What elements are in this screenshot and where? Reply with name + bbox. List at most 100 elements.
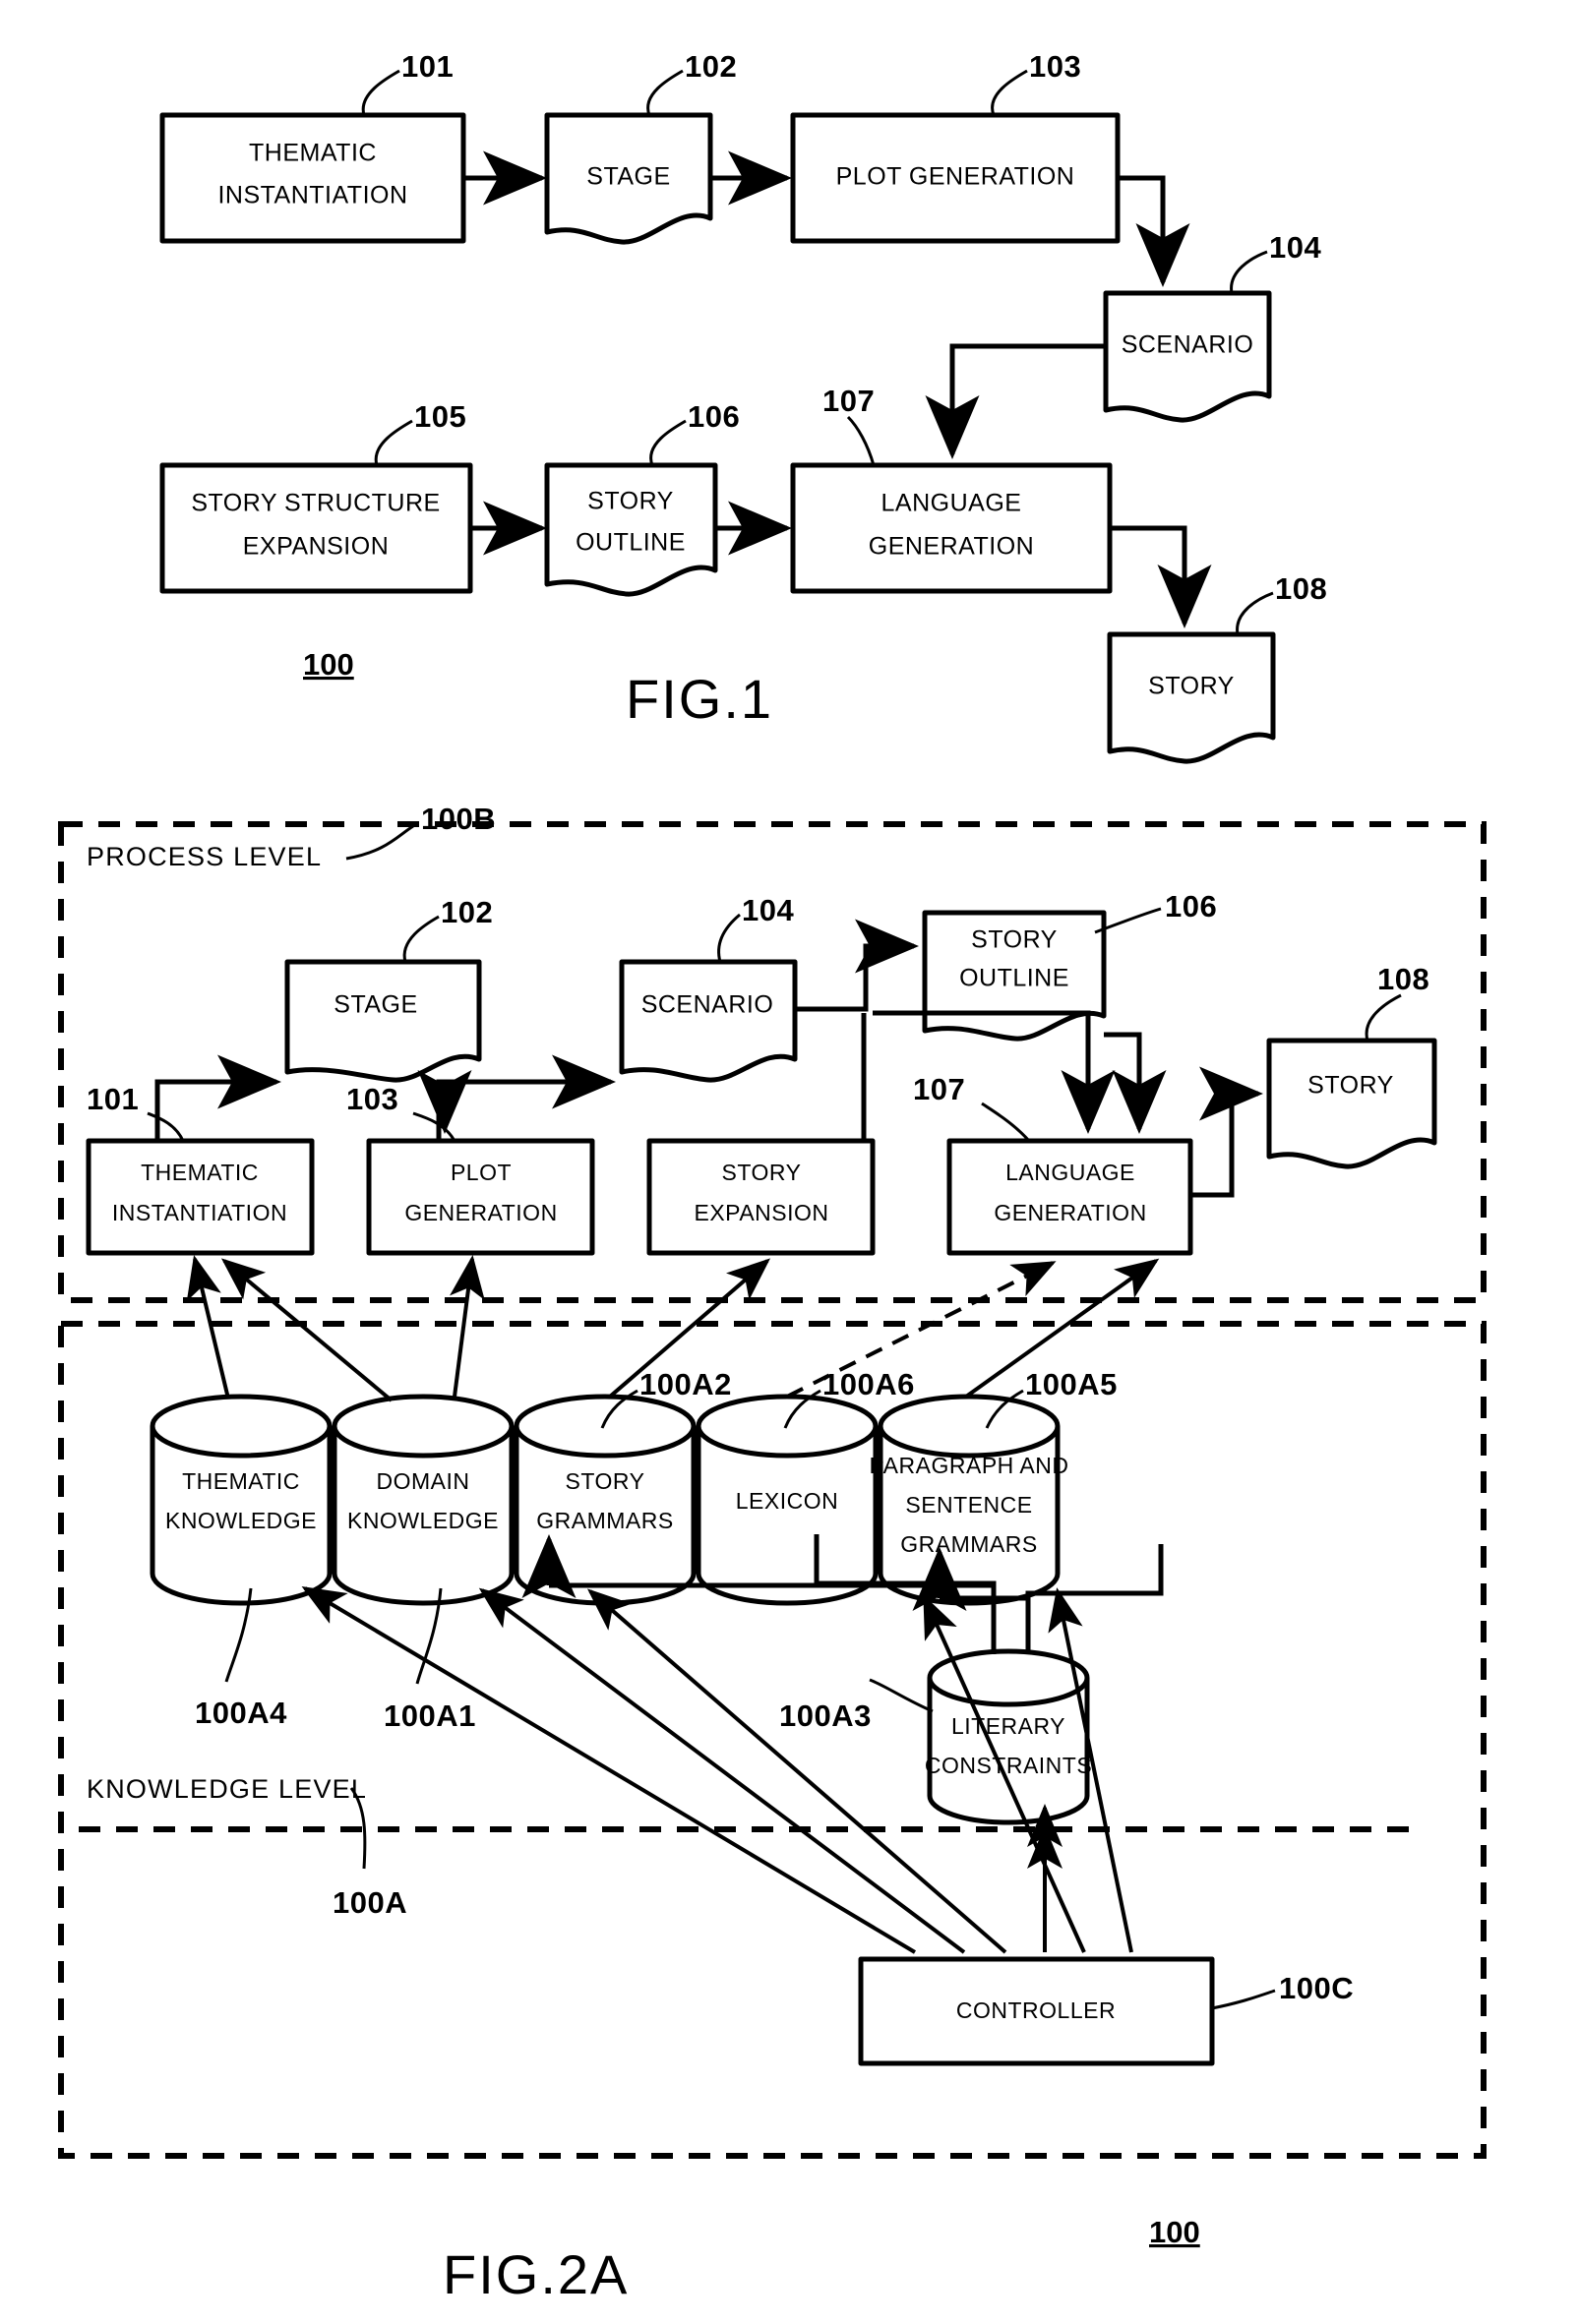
fig1-node-stage-label: STAGE [586, 163, 670, 191]
fig1-arrow-104-107 [925, 343, 1106, 459]
fig2a-store-literary-constraints-line1: LITERARY [951, 1713, 1065, 1739]
fig1-leader-106 [649, 419, 687, 466]
fig2a-leader-100A3 [869, 1678, 934, 1713]
fig2a-store-domain-knowledge-line1: DOMAIN [377, 1468, 470, 1494]
fig2a-node-stage [284, 959, 482, 1083]
figure-canvas: THEMATIC INSTANTIATION 101 STAGE 102 PLO… [58, 49, 1487, 2305]
fig2a-node-thematic-instantiation-line1: THEMATIC [141, 1160, 259, 1185]
fig1-node-story-outline-line2: OUTLINE [576, 529, 686, 557]
fig2a-controller-label: CONTROLLER [956, 1997, 1116, 2023]
fig1-leader-103 [991, 69, 1028, 116]
fig2a-leader-p108 [1365, 993, 1402, 1042]
fig2a-link-thematic-knowledge-to-thematic [186, 1255, 230, 1400]
fig2a-node-plot-generation [366, 1138, 595, 1256]
fig1-leader-107 [846, 415, 876, 466]
fig2a-node-thematic-instantiation-line2: INSTANTIATION [112, 1200, 287, 1225]
fig2a-leader-p103 [412, 1111, 456, 1142]
fig2a-leader-p104 [717, 913, 741, 963]
fig2a-ref-p108: 108 [1377, 962, 1429, 996]
fig2a-node-thematic-instantiation [86, 1138, 315, 1256]
fig1-node-language-generation-line2: GENERATION [869, 533, 1034, 561]
fig2a-ref-100A5: 100A5 [1025, 1367, 1118, 1401]
fig1-node-story-structure-expansion [159, 462, 473, 594]
fig1-ref-105: 105 [414, 399, 466, 434]
fig2a-node-story-expansion-line1: STORY [722, 1160, 802, 1185]
fig1-leader-101 [361, 69, 400, 116]
fig1-node-plot-generation-label: PLOT GENERATION [836, 163, 1075, 191]
fig2a-process-level-title: PROCESS LEVEL [87, 842, 322, 871]
fig2a-store-story-grammars-line2: GRAMMARS [536, 1508, 673, 1533]
fig2a-store-paragraph-sentence-grammars-line1: PARAGRAPH AND [870, 1453, 1069, 1478]
fig2a-leader-p107 [981, 1102, 1031, 1142]
fig1-node-thematic-instantiation-line1: THEMATIC [249, 140, 377, 167]
fig1-node-story-outline-line1: STORY [587, 488, 674, 515]
fig2a-store-domain-knowledge [332, 1394, 515, 1606]
fig2a-node-story [1266, 1038, 1437, 1169]
fig2a-node-story-expansion [646, 1138, 876, 1256]
fig2a-node-story-outline-line1: STORY [971, 926, 1058, 954]
fig1-leader-108 [1236, 591, 1274, 635]
fig1-leader-105 [374, 419, 413, 466]
fig2a-store-story-grammars-line1: STORY [566, 1468, 645, 1494]
fig2a-arrow-thematic-to-stage [154, 1054, 281, 1141]
fig2a-leader-100B [345, 824, 414, 861]
fig1-ref-106: 106 [688, 399, 740, 434]
fig1-node-scenario-label: SCENARIO [1122, 331, 1254, 359]
fig2a-arrow-scenario-to-outline [795, 919, 919, 1012]
fig1-node-thematic-instantiation-line2: INSTANTIATION [217, 182, 407, 209]
fig2a-ref-100A2: 100A2 [639, 1367, 732, 1401]
fig2a-store-thematic-knowledge-line1: THEMATIC [182, 1468, 300, 1494]
fig2a-ref-p107: 107 [913, 1072, 965, 1106]
fig2a-node-story-expansion-line2: EXPANSION [695, 1200, 829, 1225]
fig1-arrow-103-104 [1118, 175, 1190, 287]
fig2a-knowledge-level-title: KNOWLEDGE LEVEL [87, 1774, 367, 1804]
fig1-ref-101: 101 [401, 49, 454, 84]
fig2a-ref-p104: 104 [742, 893, 794, 927]
fig2a-leader-100C [1211, 1989, 1276, 2010]
fig2a-ref-100C: 100C [1279, 1971, 1354, 2005]
fig2a-ref-p103: 103 [346, 1082, 398, 1116]
fig1-ref-107: 107 [822, 384, 875, 418]
fig2a-store-domain-knowledge-line2: KNOWLEDGE [347, 1508, 499, 1533]
fig2a-store-paragraph-sentence-grammars-line2: SENTENCE [905, 1492, 1032, 1518]
fig1-node-story-label: STORY [1148, 673, 1235, 700]
fig2a-caption: FIG.2A [443, 2243, 629, 2305]
fig2a-arrow-language-to-story [1190, 1066, 1263, 1198]
fig2a-store-thematic-knowledge [150, 1394, 333, 1606]
fig1-caption: FIG.1 [626, 668, 773, 730]
fig2a-arrow-plot-to-scenario [436, 1054, 616, 1141]
fig2a-link-lexicon-to-language [786, 1261, 1057, 1399]
fig1-leader-102 [646, 69, 684, 116]
fig1-node-language-generation-line1: LANGUAGE [881, 490, 1022, 517]
fig1-leader-104 [1230, 250, 1268, 294]
fig1-ref-103: 103 [1029, 49, 1081, 84]
fig2a-link-controller-to-domain-knowledge [478, 1587, 966, 1954]
fig2a-link-domain-knowledge-to-plot [450, 1255, 485, 1398]
fig2a-leader-p102 [402, 915, 440, 963]
fig1-ref-108: 108 [1275, 571, 1327, 606]
fig1-arrow-107-108 [1110, 525, 1212, 628]
fig2a-link-domain-knowledge-to-thematic [220, 1258, 394, 1402]
fig2a-node-plot-generation-line1: PLOT [451, 1160, 512, 1185]
fig2a-node-stage-label: STAGE [334, 991, 417, 1019]
fig1-node-story-structure-expansion-line1: STORY STRUCTURE [191, 490, 440, 517]
fig2a-store-thematic-knowledge-line2: KNOWLEDGE [165, 1508, 317, 1533]
fig2a-store-paragraph-sentence-grammars-line3: GRAMMARS [900, 1531, 1037, 1557]
fig2a-store-lexicon-label: LEXICON [736, 1488, 838, 1514]
fig2a-store-literary-constraints-line2: CONSTRAINTS [925, 1753, 1092, 1778]
fig1-system-ref: 100 [303, 647, 354, 682]
fig1-ref-104: 104 [1269, 230, 1321, 265]
fig1-node-thematic-instantiation [159, 112, 466, 244]
fig1-node-language-generation [790, 462, 1113, 594]
fig2a-leader-p101 [147, 1111, 185, 1142]
fig2a-ref-100A3: 100A3 [779, 1698, 872, 1733]
fig2a-ref-p106: 106 [1165, 889, 1217, 924]
fig2a-ref-p102: 102 [441, 895, 493, 929]
fig2a-ref-100A1: 100A1 [384, 1698, 476, 1733]
fig1-node-story-structure-expansion-line2: EXPANSION [243, 533, 390, 561]
fig2a-node-language-generation [946, 1138, 1193, 1256]
fig2a-ref-p101: 101 [87, 1082, 139, 1116]
fig2a-node-story-label: STORY [1307, 1072, 1394, 1100]
fig2a-node-language-generation-line2: GENERATION [994, 1200, 1146, 1225]
fig2a-node-language-generation-line1: LANGUAGE [1005, 1160, 1135, 1185]
